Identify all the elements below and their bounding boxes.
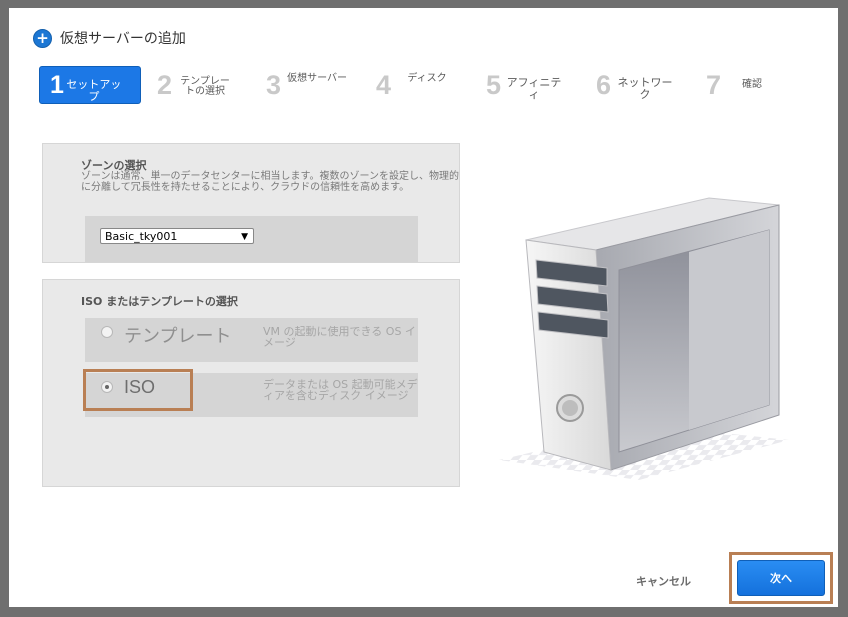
step-label: セットアップ (66, 78, 122, 103)
iso-radio[interactable] (101, 381, 113, 393)
step-affinity[interactable]: 5 アフィニティ (486, 66, 563, 104)
iso-section-title: ISO またはテンプレートの選択 (81, 295, 238, 308)
step-label: 確認 (742, 79, 763, 90)
triangle-down-icon: ▼ (241, 232, 248, 242)
add-vm-dialog: + 仮想サーバーの追加 1 セットアップ 2 テンプレートの選択 3 仮想サーバ… (9, 8, 838, 607)
step-disk[interactable]: 4 ディスク (376, 66, 451, 104)
next-button[interactable]: 次へ (737, 560, 825, 596)
next-button-highlight: 次へ (729, 552, 833, 604)
template-option-label: テンプレート (124, 326, 232, 346)
dialog-title: 仮想サーバーの追加 (60, 31, 186, 47)
step-number: 6 (596, 70, 612, 100)
zone-panel: ゾーンの選択 ゾーンは通常、単一のデータセンターに相当します。複数のゾーンを設定… (42, 143, 460, 263)
iso-option-label: ISO (124, 377, 156, 397)
wizard-steps: 1 セットアップ 2 テンプレートの選択 3 仮想サーバー 4 ディスク 5 ア… (9, 64, 838, 108)
zone-select-area: Basic_tky001 ▼ (85, 216, 418, 262)
template-option-desc: VM の起動に使用できる OS イメージ (263, 325, 416, 349)
plus-circle-icon: + (33, 28, 52, 48)
step-number: 1 (50, 71, 64, 99)
step-network[interactable]: 6 ネットワーク (596, 66, 675, 104)
template-radio[interactable] (101, 326, 113, 338)
template-option[interactable]: テンプレート VM の起動に使用できる OS イメージ (85, 318, 418, 362)
step-confirm[interactable]: 7 確認 (706, 66, 767, 104)
step-label: ネットワーク (617, 76, 673, 101)
step-label: ディスク (407, 73, 447, 84)
step-label: 仮想サーバー (287, 73, 347, 84)
step-number: 5 (486, 70, 502, 100)
iso-template-panel: ISO またはテンプレートの選択 テンプレート VM の起動に使用できる OS … (42, 279, 460, 487)
step-number: 7 (706, 70, 722, 100)
step-number: 4 (376, 70, 392, 100)
step-template[interactable]: 2 テンプレートの選択 (157, 66, 234, 104)
cancel-button[interactable]: キャンセル (636, 573, 691, 589)
step-setup[interactable]: 1 セットアップ (39, 66, 141, 104)
step-label: アフィニティ (506, 76, 562, 101)
zone-select-value: Basic_tky001 (105, 230, 178, 243)
step-number: 3 (266, 70, 282, 100)
dialog-header: + 仮想サーバーの追加 (33, 28, 186, 48)
step-virtual-server[interactable]: 3 仮想サーバー (266, 66, 349, 104)
zone-description: ゾーンは通常、単一のデータセンターに相当します。複数のゾーンを設定し、物理的に分… (81, 171, 459, 193)
step-label: テンプレートの選択 (180, 76, 230, 97)
server-illustration (499, 197, 789, 480)
iso-option-desc: データまたは OS 起動可能メディアを含むディスク イメージ (263, 378, 418, 402)
iso-option[interactable]: ISO データまたは OS 起動可能メディアを含むディスク イメージ (85, 373, 418, 417)
zone-select[interactable]: Basic_tky001 ▼ (100, 228, 254, 244)
step-number: 2 (157, 70, 173, 100)
